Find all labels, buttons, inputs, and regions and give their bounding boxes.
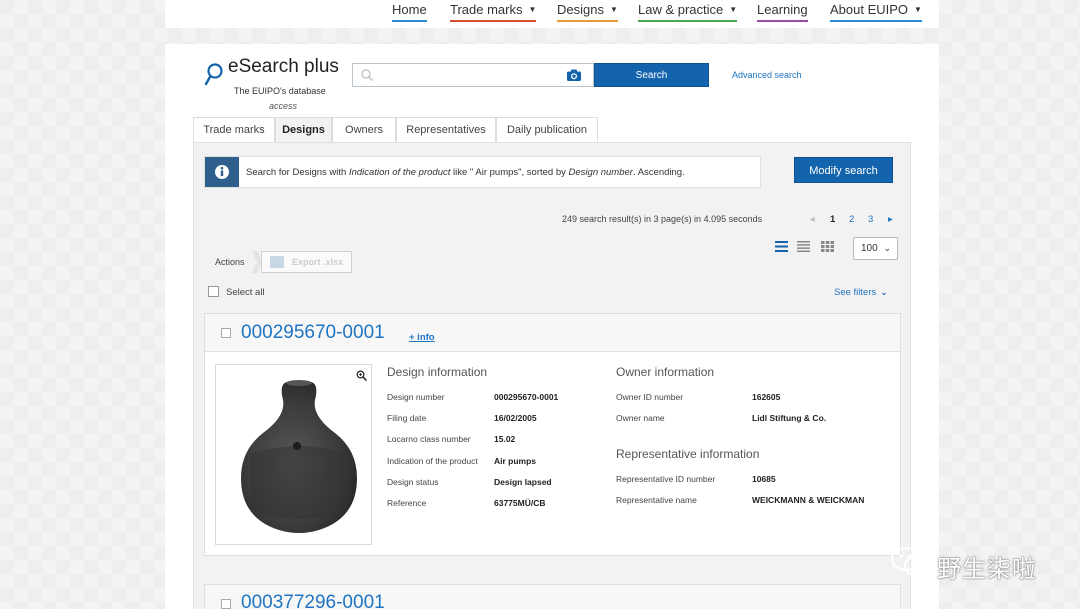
nav-learning-label: Learning <box>757 2 808 17</box>
field-label: Design status <box>387 477 439 487</box>
top-navigation: Home Trade marks ▼ Designs ▼ Law & practic… <box>165 0 939 28</box>
page-3[interactable]: 3 <box>868 214 873 225</box>
search-button[interactable]: Search <box>594 63 709 87</box>
rep-id-value: 10685 <box>752 474 776 484</box>
locarno-class-value: 15.02 <box>494 434 516 444</box>
nav-trade-marks[interactable]: Trade marks ▼ <box>450 2 537 22</box>
grid-view-icon[interactable] <box>821 241 834 252</box>
design-number-link[interactable]: 000377296-0001 <box>241 592 385 609</box>
design-number-value: 000295670-0001 <box>494 392 559 402</box>
page-1[interactable]: 1 <box>830 214 835 225</box>
chevron-down-icon: ⌄ <box>883 243 891 253</box>
nav-home-label: Home <box>392 2 427 17</box>
caret-down-icon: ▼ <box>729 5 738 14</box>
see-filters-link[interactable]: See filters ⌄ <box>834 287 888 298</box>
wechat-icon <box>890 546 931 577</box>
nav-trade-marks-label: Trade marks <box>450 2 523 17</box>
field-label: Indication of the product <box>387 456 478 466</box>
logo-title: eSearch plus <box>228 56 339 77</box>
field-label: Locarno class number <box>387 434 471 444</box>
magnifier-logo-icon <box>204 63 223 86</box>
logo-subtitle: The EUIPO's database <box>234 86 326 96</box>
caret-down-icon: ▼ <box>609 5 618 14</box>
owner-info-title: Owner information <box>616 365 715 379</box>
owner-name-value: Lidl Stiftung & Co. <box>752 413 827 423</box>
product-indication-value: Air pumps <box>494 456 537 466</box>
more-info-link[interactable]: + info <box>409 332 435 343</box>
owner-id-value: 162605 <box>752 392 781 402</box>
field-label: Filing date <box>387 413 427 423</box>
compact-list-view-icon[interactable] <box>797 241 810 252</box>
results-summary: 249 search result(s) in 3 page(s) in 4.0… <box>562 214 763 224</box>
per-page-value: 100 <box>861 243 878 254</box>
rep-name-value: WEICKMANN & WEICKMAN <box>752 495 865 505</box>
field-label: Owner name <box>616 413 665 423</box>
per-page-select[interactable]: 100 ⌄ <box>853 237 898 260</box>
field-label: Representative ID number <box>616 474 716 484</box>
logo-subtitle-2: access <box>269 101 298 111</box>
export-label: Export .xlsx <box>292 257 344 267</box>
nav-about-euipo-label: About EUIPO <box>830 2 909 17</box>
camera-icon[interactable] <box>567 69 581 81</box>
reference-value: 63775MÜ/CB <box>494 498 546 508</box>
tab-trade-marks[interactable]: Trade marks <box>193 117 275 143</box>
search-info-bar: Search for Designs with Indication of th… <box>204 156 761 188</box>
result-checkbox[interactable] <box>221 328 231 338</box>
result-checkbox[interactable] <box>221 599 231 609</box>
tab-designs[interactable]: Designs <box>275 117 332 143</box>
field-label: Reference <box>387 498 427 508</box>
nav-learning[interactable]: Learning <box>757 2 808 22</box>
nav-about-euipo[interactable]: About EUIPO ▼ <box>830 2 922 22</box>
excel-icon <box>270 256 284 268</box>
tab-daily-publication[interactable]: Daily publication <box>496 117 598 143</box>
design-info-title: Design information <box>387 365 488 379</box>
nav-law-practice-label: Law & practice <box>638 2 724 17</box>
caret-down-icon: ▼ <box>914 5 922 14</box>
search-input[interactable] <box>379 67 559 83</box>
design-status-value: Design lapsed <box>494 477 552 487</box>
advanced-search-link[interactable]: Advanced search <box>732 70 802 80</box>
search-icon <box>361 69 374 82</box>
select-all-checkbox[interactable] <box>208 286 219 297</box>
search-description: Search for Designs with Indication of th… <box>246 167 685 178</box>
nav-designs[interactable]: Designs ▼ <box>557 2 618 22</box>
tab-representatives[interactable]: Representatives <box>396 117 496 143</box>
rep-info-title: Representative information <box>616 447 760 461</box>
prev-page-icon[interactable]: ◂ <box>810 214 815 225</box>
actions-label: Actions <box>215 257 245 267</box>
chevron-down-icon: ⌄ <box>880 287 888 297</box>
caret-down-icon: ▼ <box>528 5 537 14</box>
field-label: Representative name <box>616 495 697 505</box>
tab-owners[interactable]: Owners <box>332 117 396 143</box>
design-number-link[interactable]: 000295670-0001 <box>241 322 385 344</box>
search-box <box>352 63 594 87</box>
air-pump-product-image <box>241 380 357 533</box>
page-2[interactable]: 2 <box>849 214 854 225</box>
nav-designs-label: Designs <box>557 2 604 17</box>
field-label: Design number <box>387 392 445 402</box>
nav-home[interactable]: Home <box>392 2 427 22</box>
list-view-icon[interactable] <box>775 241 788 252</box>
nav-law-practice[interactable]: Law & practice ▼ <box>638 2 738 22</box>
see-filters-label: See filters <box>834 287 877 298</box>
export-xlsx-button[interactable]: Export .xlsx <box>261 251 352 273</box>
modify-search-button[interactable]: Modify search <box>794 157 893 183</box>
select-all-label: Select all <box>226 287 265 298</box>
info-icon <box>205 157 239 187</box>
next-page-icon[interactable]: ▸ <box>888 214 893 225</box>
filing-date-value: 16/02/2005 <box>494 413 537 423</box>
field-label: Owner ID number <box>616 392 684 402</box>
watermark-text: 野生柒啦 <box>937 555 1037 583</box>
